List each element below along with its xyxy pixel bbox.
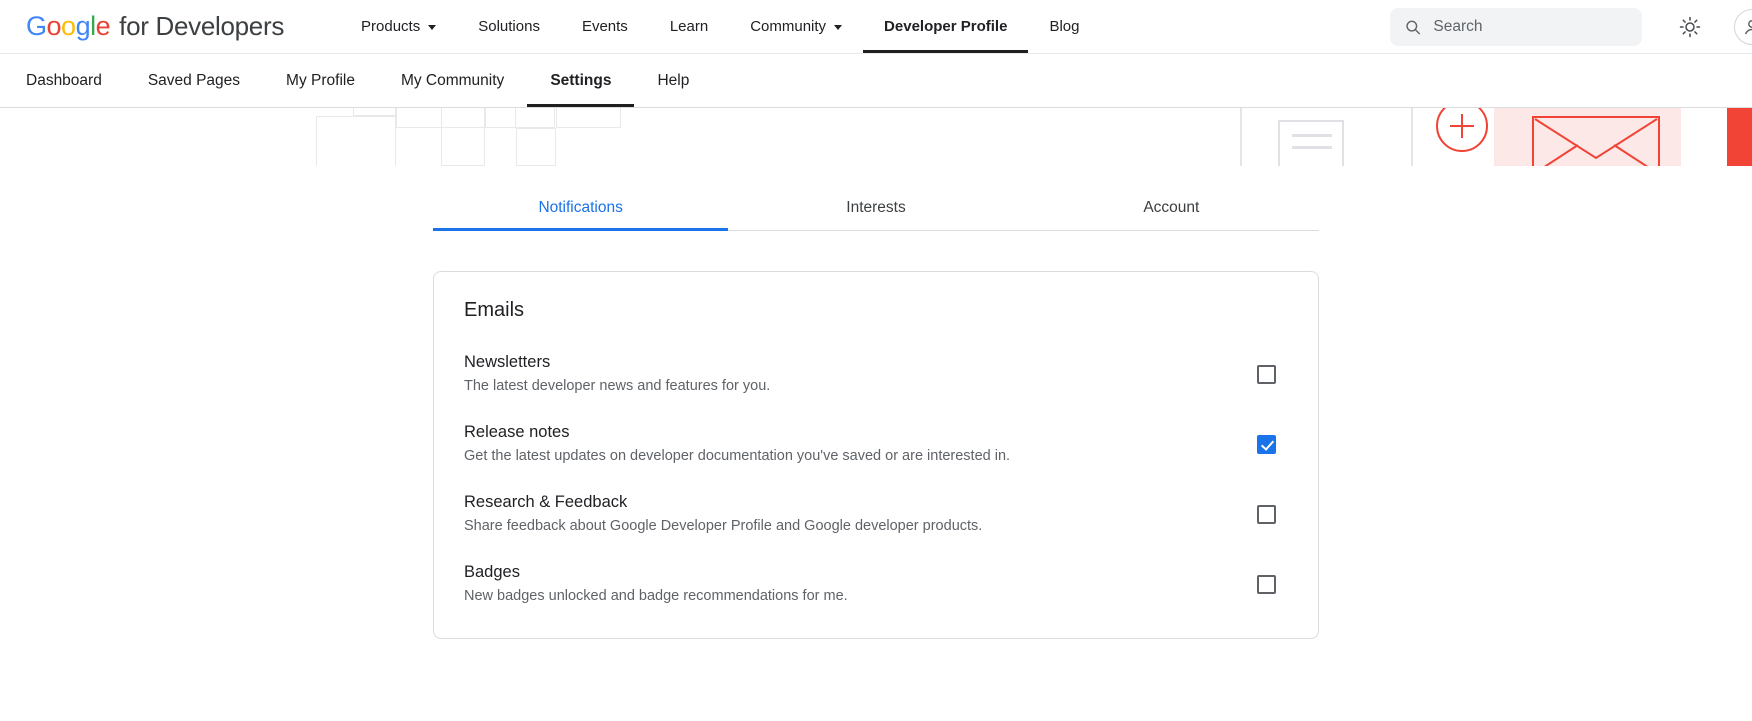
email-item-label: Research & Feedback — [464, 492, 1233, 513]
logo-suffix: for Developers — [119, 11, 284, 42]
nav-products[interactable]: Products — [340, 0, 457, 53]
decorative-shape — [516, 128, 556, 166]
email-item-badges: Badges New badges unlocked and badge rec… — [464, 562, 1288, 606]
site-header: Google for Developers Products Solutions… — [0, 0, 1752, 54]
nav-developer-profile-label: Developer Profile — [884, 18, 1007, 35]
primary-nav: Products Solutions Events Learn Communit… — [340, 0, 1100, 53]
tab-interests[interactable]: Interests — [728, 186, 1023, 231]
sun-icon — [1679, 16, 1701, 38]
nav-developer-profile[interactable]: Developer Profile — [863, 0, 1028, 53]
account-avatar[interactable] — [1734, 9, 1752, 45]
decorative-shape — [441, 108, 485, 166]
email-item-label: Newsletters — [464, 352, 1233, 373]
nav-blog[interactable]: Blog — [1028, 0, 1100, 53]
logo-letter: o — [61, 11, 76, 41]
nav-events[interactable]: Events — [561, 0, 649, 53]
subnav-my-profile[interactable]: My Profile — [263, 54, 378, 107]
logo-letter: G — [26, 11, 47, 41]
google-developers-logo[interactable]: Google for Developers — [26, 0, 284, 53]
emails-card: Emails Newsletters The latest developer … — [433, 271, 1319, 639]
subnav-my-community[interactable]: My Community — [378, 54, 527, 107]
decorative-list-illustration — [1278, 120, 1344, 166]
email-item-description: New badges unlocked and badge recommenda… — [464, 587, 1233, 606]
settings-tabs: Notifications Interests Account — [433, 186, 1319, 231]
chevron-down-icon — [834, 25, 842, 30]
decorative-shape — [485, 108, 555, 128]
envelope-icon — [1532, 116, 1660, 166]
logo-wordmark: Google — [26, 11, 110, 42]
chevron-down-icon — [428, 25, 436, 30]
email-item-description: The latest developer news and features f… — [464, 377, 1233, 396]
nav-solutions[interactable]: Solutions — [457, 0, 561, 53]
email-item-text: Newsletters The latest developer news an… — [464, 352, 1233, 396]
nav-community[interactable]: Community — [729, 0, 863, 53]
search-box[interactable] — [1390, 8, 1642, 46]
email-item-text: Release notes Get the latest updates on … — [464, 422, 1233, 466]
nav-community-label: Community — [750, 18, 826, 35]
logo-letter: e — [96, 11, 111, 41]
decorative-red-bar — [1727, 108, 1752, 166]
profile-subnav: Dashboard Saved Pages My Profile My Comm… — [0, 54, 1752, 108]
release-notes-checkbox[interactable] — [1257, 435, 1276, 454]
nav-blog-label: Blog — [1049, 18, 1079, 35]
envelope-illustration — [1494, 108, 1681, 166]
plus-circle-icon — [1436, 108, 1488, 152]
logo-letter: o — [47, 11, 62, 41]
tab-account[interactable]: Account — [1024, 186, 1319, 231]
emails-title: Emails — [464, 299, 1288, 322]
search-icon — [1404, 17, 1421, 37]
subnav-saved-pages[interactable]: Saved Pages — [125, 54, 263, 107]
decorative-line — [1292, 134, 1332, 137]
decorative-banner — [0, 108, 1752, 166]
subnav-dashboard[interactable]: Dashboard — [26, 54, 125, 107]
nav-products-label: Products — [361, 18, 420, 35]
badges-checkbox[interactable] — [1257, 575, 1276, 594]
subnav-settings[interactable]: Settings — [527, 54, 634, 107]
header-actions — [1390, 0, 1752, 53]
theme-toggle-button[interactable] — [1670, 7, 1710, 47]
research-feedback-checkbox[interactable] — [1257, 505, 1276, 524]
decorative-shape — [556, 108, 621, 128]
decorative-line — [1292, 146, 1332, 149]
decorative-shape — [316, 116, 396, 166]
email-item-research-feedback: Research & Feedback Share feedback about… — [464, 492, 1288, 536]
search-input[interactable] — [1433, 18, 1628, 36]
nav-learn-label: Learn — [670, 18, 708, 35]
email-item-text: Research & Feedback Share feedback about… — [464, 492, 1233, 536]
decorative-shape — [353, 108, 396, 116]
logo-letter: g — [76, 11, 91, 41]
nav-events-label: Events — [582, 18, 628, 35]
tab-notifications[interactable]: Notifications — [433, 186, 728, 231]
envelope-flap-lines — [1534, 118, 1658, 166]
email-item-description: Get the latest updates on developer docu… — [464, 447, 1233, 466]
email-item-label: Release notes — [464, 422, 1233, 443]
nav-learn[interactable]: Learn — [649, 0, 729, 53]
email-item-label: Badges — [464, 562, 1233, 583]
email-item-description: Share feedback about Google Developer Pr… — [464, 517, 1233, 536]
email-item-newsletters: Newsletters The latest developer news an… — [464, 352, 1288, 396]
email-item-text: Badges New badges unlocked and badge rec… — [464, 562, 1233, 606]
email-item-release-notes: Release notes Get the latest updates on … — [464, 422, 1288, 466]
person-icon — [1742, 17, 1752, 37]
subnav-help[interactable]: Help — [634, 54, 712, 107]
nav-solutions-label: Solutions — [478, 18, 540, 35]
newsletters-checkbox[interactable] — [1257, 365, 1276, 384]
